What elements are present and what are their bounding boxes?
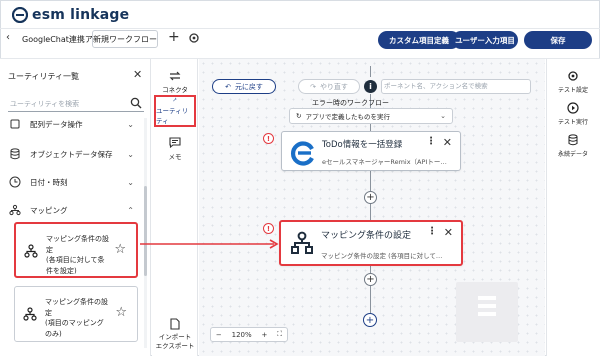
chevron-down-icon: ⌄: [127, 149, 134, 159]
connector-line: [370, 266, 371, 273]
category-label: 配列データ操作: [30, 119, 83, 129]
star-icon[interactable]: ☆: [115, 305, 127, 320]
rail-memo[interactable]: メモ: [152, 137, 198, 161]
category-datetime[interactable]: 日付・時刻 ⌄: [8, 173, 134, 191]
connector-line: [370, 66, 371, 77]
redo-icon: ↷: [310, 82, 316, 91]
file-icon: [170, 318, 180, 330]
rail-test-run[interactable]: テスト実行: [546, 102, 600, 126]
add-end-step-button[interactable]: +: [363, 313, 377, 327]
info-icon[interactable]: i: [364, 80, 377, 93]
mapping-icon: [24, 244, 38, 258]
warning-icon[interactable]: !: [263, 133, 274, 144]
category-mapping[interactable]: マッピング ⌃: [8, 201, 134, 219]
mapping-icon: [291, 231, 313, 254]
document-icon: [478, 296, 496, 316]
connector-line: [370, 171, 371, 191]
swap-arrows-icon: [169, 71, 181, 81]
mapping-icon: [8, 203, 22, 217]
add-step-button[interactable]: +: [364, 191, 377, 204]
add-step-button[interactable]: +: [364, 273, 377, 286]
cycle-icon: ↻: [296, 112, 302, 120]
close-icon[interactable]: ✕: [444, 226, 453, 239]
node-title: ToDo情報を一括登録: [322, 140, 403, 150]
zoom-level: 120%: [231, 330, 252, 339]
database-icon: [568, 134, 578, 146]
utility-card-mapping-conditions[interactable]: マッピング条件の設 定 (各項目に対して条 件を設定) ☆: [14, 222, 138, 278]
more-vertical-icon[interactable]: ⋮: [427, 226, 437, 237]
undo-button[interactable]: ↶ 元に戻す: [212, 79, 276, 94]
chevron-down-icon: ⌄: [440, 112, 446, 120]
mapping-icon: [23, 307, 37, 321]
rail-utility-label: ユーティリティ: [156, 107, 189, 125]
error-workflow-label: エラー時のワークフロー: [312, 99, 389, 107]
rail-test-settings[interactable]: テスト設定: [546, 70, 600, 94]
tab-workflow[interactable]: 新規ワークフロー: [92, 30, 158, 48]
warning-icon[interactable]: !: [263, 223, 274, 234]
workflow-node-todo-bulk[interactable]: ToDo情報を一括登録 eセールスマネージャーRemix（APIトークン… ⋮ …: [281, 131, 461, 171]
rail-import-label: インポート: [158, 333, 192, 341]
play-icon: [567, 102, 579, 114]
rail-connector[interactable]: コネクタ: [152, 71, 198, 94]
fit-screen-icon[interactable]: ⛶: [277, 330, 282, 339]
close-icon[interactable]: ✕: [443, 136, 452, 149]
close-icon[interactable]: ✕: [133, 68, 142, 81]
utility-card-label: マッピング条件の設 定 (項目のマッピング のみ): [45, 298, 108, 338]
error-workflow-select[interactable]: ↻ アプリで定義したものを実行 ⌄: [289, 108, 453, 124]
gear-icon[interactable]: [188, 32, 200, 44]
search-icon[interactable]: [130, 97, 142, 109]
gear-icon: [568, 71, 578, 81]
node-subtitle: eセールスマネージャーRemix（APIトークン…: [322, 158, 448, 166]
custom-fields-button[interactable]: カスタム項目定義: [378, 31, 460, 49]
chevron-up-icon: ⌃: [127, 205, 134, 215]
category-array-data[interactable]: 配列データ操作 ⌄: [8, 117, 134, 131]
connector-line: [370, 286, 371, 313]
rail-utility[interactable]: ユーティリティ: [154, 95, 196, 127]
zoom-in-button[interactable]: +: [261, 331, 267, 339]
logo-icon: [12, 7, 28, 23]
chevron-down-icon: ⌄: [127, 119, 134, 129]
node-subtitle: マッピング条件の設定 (各項目に対して条件…: [321, 252, 447, 260]
rail-connector-label: コネクタ: [162, 86, 188, 94]
rail-import-export[interactable]: インポート エクスポート: [152, 318, 198, 351]
wrench-icon: [173, 97, 177, 102]
database-icon: [8, 147, 22, 161]
utility-search-input[interactable]: [10, 97, 126, 110]
brand-name: esm linkage: [32, 7, 130, 23]
node-title: マッピング条件の設定: [321, 231, 412, 241]
zoom-out-button[interactable]: −: [216, 331, 222, 339]
document-placeholder: [456, 282, 518, 342]
workflow-node-mapping[interactable]: マッピング条件の設定 マッピング条件の設定 (各項目に対して条件… ⋮ ✕: [279, 220, 463, 266]
add-tab-button[interactable]: +: [168, 29, 180, 45]
star-icon[interactable]: ☆: [114, 242, 126, 257]
utility-panel-title: ユーティリティ一覧: [8, 72, 80, 81]
category-object-data[interactable]: オブジェクトデータ保存 ⌄: [8, 145, 134, 163]
esales-logo-icon: [291, 141, 314, 166]
undo-icon: ↶: [225, 82, 231, 91]
rail-memo-label: メモ: [168, 153, 182, 161]
utility-card-mapping-only[interactable]: マッピング条件の設 定 (項目のマッピング のみ) ☆: [14, 286, 138, 342]
scrollbar-thumb[interactable]: [144, 186, 147, 276]
canvas-search-input[interactable]: [384, 80, 528, 92]
brand-logo: esm linkage: [12, 6, 129, 24]
utility-card-label: マッピング条件の設 定 (各項目に対して条 件を設定): [46, 235, 109, 275]
list-icon: [8, 117, 22, 131]
category-label: 日付・時刻: [30, 177, 68, 187]
rail-export-label: エクスポート: [155, 342, 195, 350]
clock-icon: [8, 175, 22, 189]
redo-button[interactable]: ↷ やり直す: [298, 79, 360, 94]
user-input-button[interactable]: ユーザー入力項目: [452, 31, 518, 49]
header-divider: [0, 28, 600, 29]
connector-line: [370, 204, 371, 220]
comment-icon: [169, 137, 181, 148]
highlight-arrow: [140, 239, 279, 249]
category-label: マッピング: [30, 205, 68, 215]
chevron-down-icon: ⌄: [127, 177, 134, 187]
more-vertical-icon[interactable]: ⋮: [426, 136, 436, 147]
save-button[interactable]: 保存: [524, 31, 592, 49]
category-label: オブジェクトデータ保存: [30, 149, 113, 159]
zoom-controls: − 120% + ⛶: [210, 327, 288, 342]
back-chevron-icon[interactable]: ‹: [6, 32, 16, 46]
rail-persistent-data[interactable]: 永続データ: [546, 134, 600, 158]
